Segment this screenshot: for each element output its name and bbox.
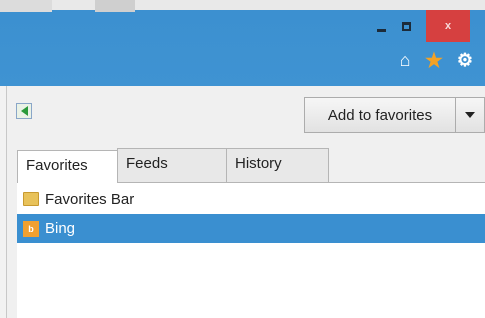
list-item[interactable]: Favorites Bar bbox=[17, 185, 485, 213]
list-item[interactable]: b Bing bbox=[17, 214, 485, 243]
minimize-button[interactable] bbox=[368, 10, 394, 42]
favorites-list: Favorites Bar b Bing bbox=[17, 183, 485, 318]
add-to-favorites-dropdown[interactable] bbox=[456, 97, 485, 133]
home-icon[interactable]: ⌂ bbox=[395, 50, 415, 70]
gear-icon[interactable]: ⚙ bbox=[455, 50, 475, 70]
add-to-favorites-button[interactable]: Add to favorites bbox=[304, 97, 456, 133]
bing-icon: b bbox=[23, 220, 39, 237]
folder-icon bbox=[23, 192, 39, 206]
list-item-label: Favorites Bar bbox=[45, 190, 135, 208]
maximize-button[interactable] bbox=[393, 10, 419, 42]
background-window bbox=[0, 0, 52, 12]
background-window bbox=[95, 0, 135, 12]
tab-favorites[interactable]: Favorites bbox=[17, 150, 118, 183]
close-button[interactable]: x bbox=[426, 10, 470, 42]
tab-history[interactable]: History bbox=[226, 148, 329, 182]
close-icon: x bbox=[444, 20, 452, 32]
maximize-icon bbox=[401, 21, 411, 31]
back-button[interactable] bbox=[16, 103, 32, 119]
list-item-label: Bing bbox=[45, 220, 76, 237]
favorites-star-icon[interactable]: ★ bbox=[424, 50, 444, 72]
chevron-down-icon bbox=[465, 112, 475, 118]
minimize-icon bbox=[376, 28, 386, 32]
tab-feeds[interactable]: Feeds bbox=[117, 148, 227, 182]
back-arrow-icon bbox=[20, 106, 28, 116]
